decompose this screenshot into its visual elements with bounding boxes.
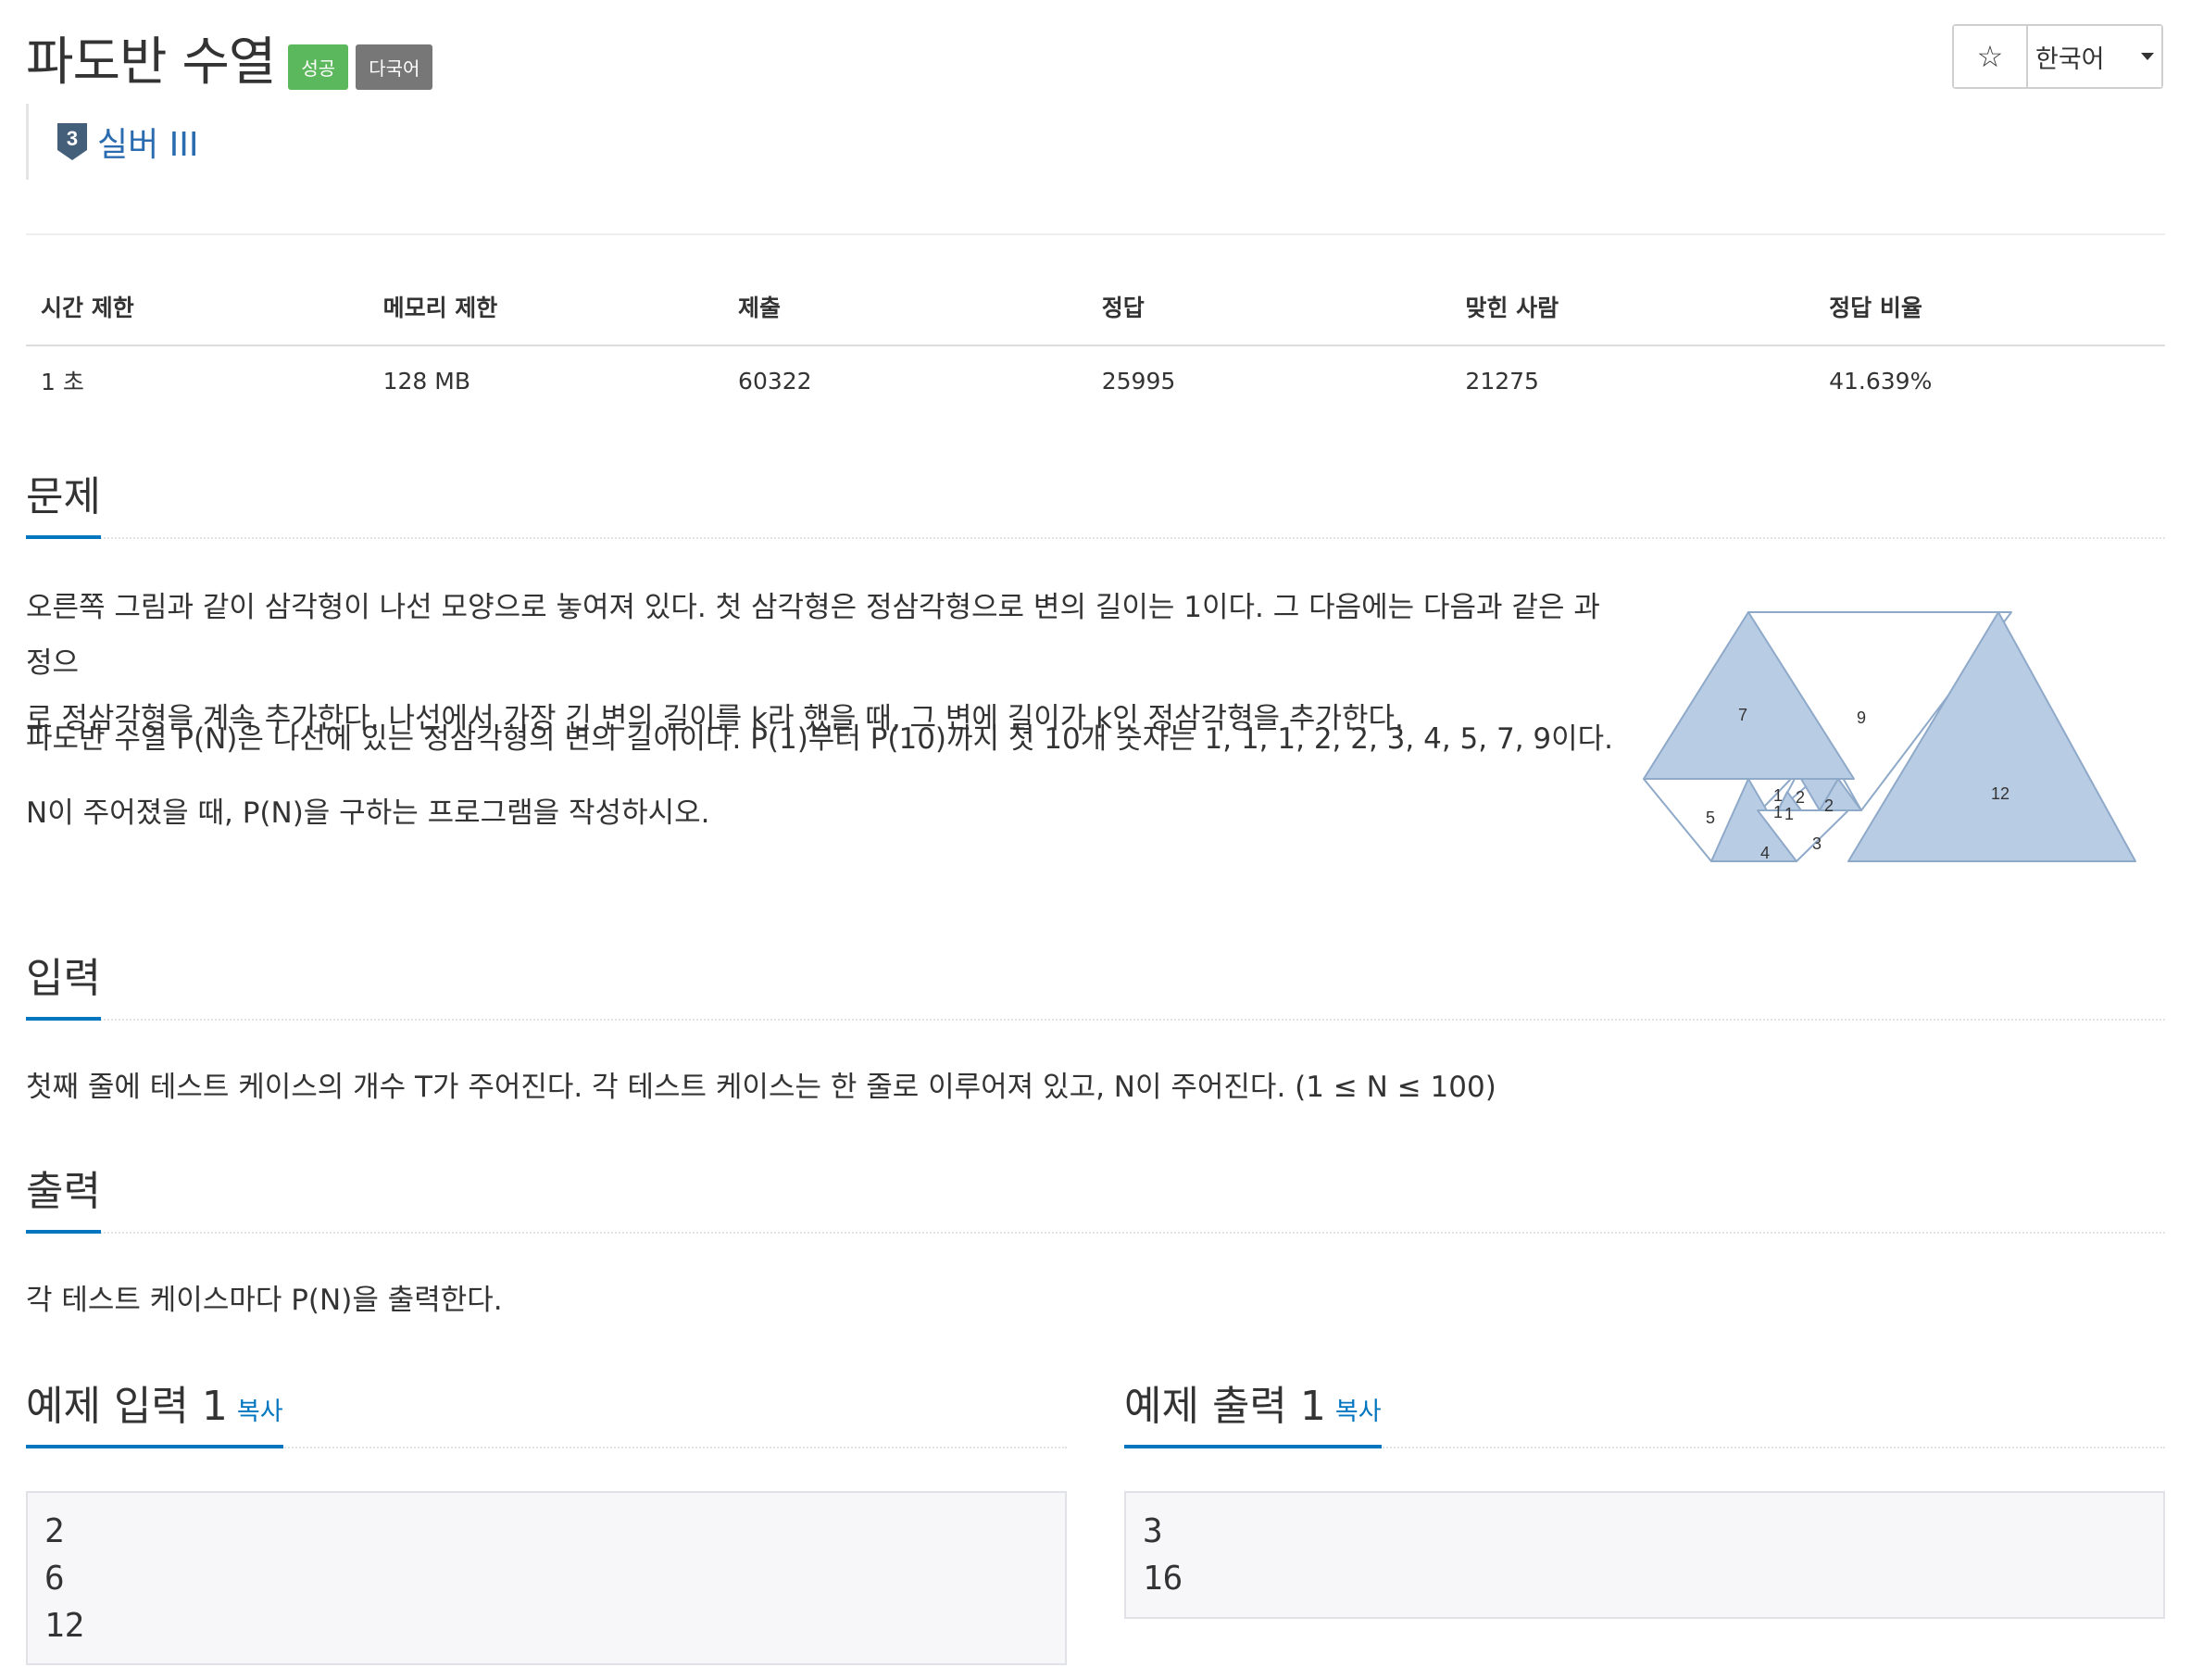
- sample-output-box[interactable]: 3 16: [1124, 1491, 2165, 1619]
- language-dropdown[interactable]: 한국어: [2028, 26, 2161, 87]
- stats-value-row: 1 초 128 MB 60322 25995 21275 41.639%: [26, 345, 2165, 415]
- tier-link[interactable]: 3 실버 III: [56, 118, 199, 166]
- problem-paragraph-3: N이 주어졌을 때, P(N)을 구하는 프로그램을 작성하시오.: [26, 796, 710, 830]
- label-1c: 1: [1784, 805, 1794, 823]
- stats-header-row: 시간 제한 메모리 제한 제출 정답 맞힌 사람 정답 비율: [26, 269, 2165, 346]
- stats-header-ratio: 정답 비율: [1814, 269, 2165, 346]
- star-icon: ☆: [1976, 39, 2004, 74]
- stats-header-time-limit: 시간 제한: [26, 269, 369, 346]
- problem-paragraph-2: 파도반 수열 P(N)은 나선에 있는 정삼각형의 변의 길이이다. P(1)부…: [26, 722, 1614, 756]
- label-2a: 2: [1796, 788, 1805, 807]
- label-12: 12: [1991, 784, 2009, 803]
- copy-sample-input-button[interactable]: 복사: [237, 1398, 283, 1426]
- input-description: 첫째 줄에 테스트 케이스의 개수 T가 주어진다. 각 테스트 케이스는 한 …: [26, 1071, 1496, 1104]
- stats-header-accepted: 정답: [1086, 269, 1451, 346]
- page-title: 파도반 수열: [26, 32, 276, 93]
- stats-header-submissions: 제출: [723, 269, 1087, 346]
- stats-header-memory-limit: 메모리 제한: [368, 269, 724, 346]
- input-heading: 입력: [26, 945, 101, 1021]
- favorite-button[interactable]: ☆: [1954, 26, 2028, 87]
- copy-sample-output-button[interactable]: 복사: [1335, 1398, 1382, 1426]
- stats-memory-limit: 128 MB: [382, 367, 470, 395]
- sample-output-header: 예제 출력 1 복사: [1124, 1373, 2165, 1448]
- label-9: 9: [1857, 708, 1866, 727]
- divider: [26, 233, 2165, 235]
- language-label: 한국어: [2035, 44, 2105, 74]
- label-5: 5: [1706, 809, 1715, 827]
- label-4: 4: [1760, 844, 1770, 862]
- output-heading: 출력: [26, 1158, 101, 1234]
- stats-time-limit: 1 초: [41, 369, 84, 395]
- sample-input-title: 예제 입력 1: [26, 1383, 228, 1430]
- label-2b: 2: [1824, 796, 1834, 815]
- label-3: 3: [1812, 834, 1822, 853]
- title-actions: ☆ 한국어: [1952, 24, 2163, 89]
- problem-heading: 문제: [26, 463, 101, 539]
- tier-badge-icon: 3: [57, 123, 87, 160]
- stats-header-solved-users: 맞힌 사람: [1450, 269, 1815, 346]
- output-description: 각 테스트 케이스마다 P(N)을 출력한다.: [26, 1284, 503, 1317]
- sample-input-header: 예제 입력 1 복사: [26, 1373, 1067, 1448]
- output-section-header: 출력: [26, 1158, 2165, 1234]
- sample-input-box[interactable]: 2 6 12: [26, 1491, 1067, 1665]
- label-1b: 1: [1773, 803, 1783, 821]
- problem-line-1: 오른쪽 그림과 같이 삼각형이 나선 모양으로 놓여져 있다. 첫 삼각형은 정…: [26, 591, 1600, 680]
- sample-output-title: 예제 출력 1: [1124, 1383, 1326, 1430]
- stats-accepted[interactable]: 25995: [1087, 345, 1451, 415]
- stats-submissions[interactable]: 60322: [723, 345, 1087, 415]
- tier-number: 3: [67, 127, 78, 150]
- stats-ratio: 41.639%: [1829, 367, 1933, 395]
- input-section-header: 입력: [26, 945, 2165, 1021]
- sample-input-heading: 예제 입력 1 복사: [26, 1373, 283, 1448]
- padovan-spiral-diagram: 7 9 12 5 1 2 1 1 2 4 3: [1643, 611, 2136, 862]
- tier-label: 실버 III: [97, 126, 199, 164]
- success-badge: 성공: [288, 44, 349, 90]
- label-1a: 1: [1773, 786, 1783, 805]
- multilang-badge: 다국어: [356, 44, 433, 90]
- label-7: 7: [1738, 706, 1747, 724]
- title-row: 파도반 수열 성공 다국어: [26, 20, 433, 95]
- tier-block: 3 실버 III: [26, 104, 199, 180]
- problem-section-header: 문제: [26, 463, 2165, 539]
- problem-page: 파도반 수열 성공 다국어 ☆ 한국어 3 실버 III 시간 제한 메모리 제…: [0, 0, 2191, 1680]
- sample-output-heading: 예제 출력 1 복사: [1124, 1373, 1382, 1448]
- chevron-down-icon: [2141, 53, 2154, 60]
- stats-solved-users[interactable]: 21275: [1450, 345, 1814, 415]
- stats-table: 시간 제한 메모리 제한 제출 정답 맞힌 사람 정답 비율 1 초 128 M…: [26, 269, 2165, 415]
